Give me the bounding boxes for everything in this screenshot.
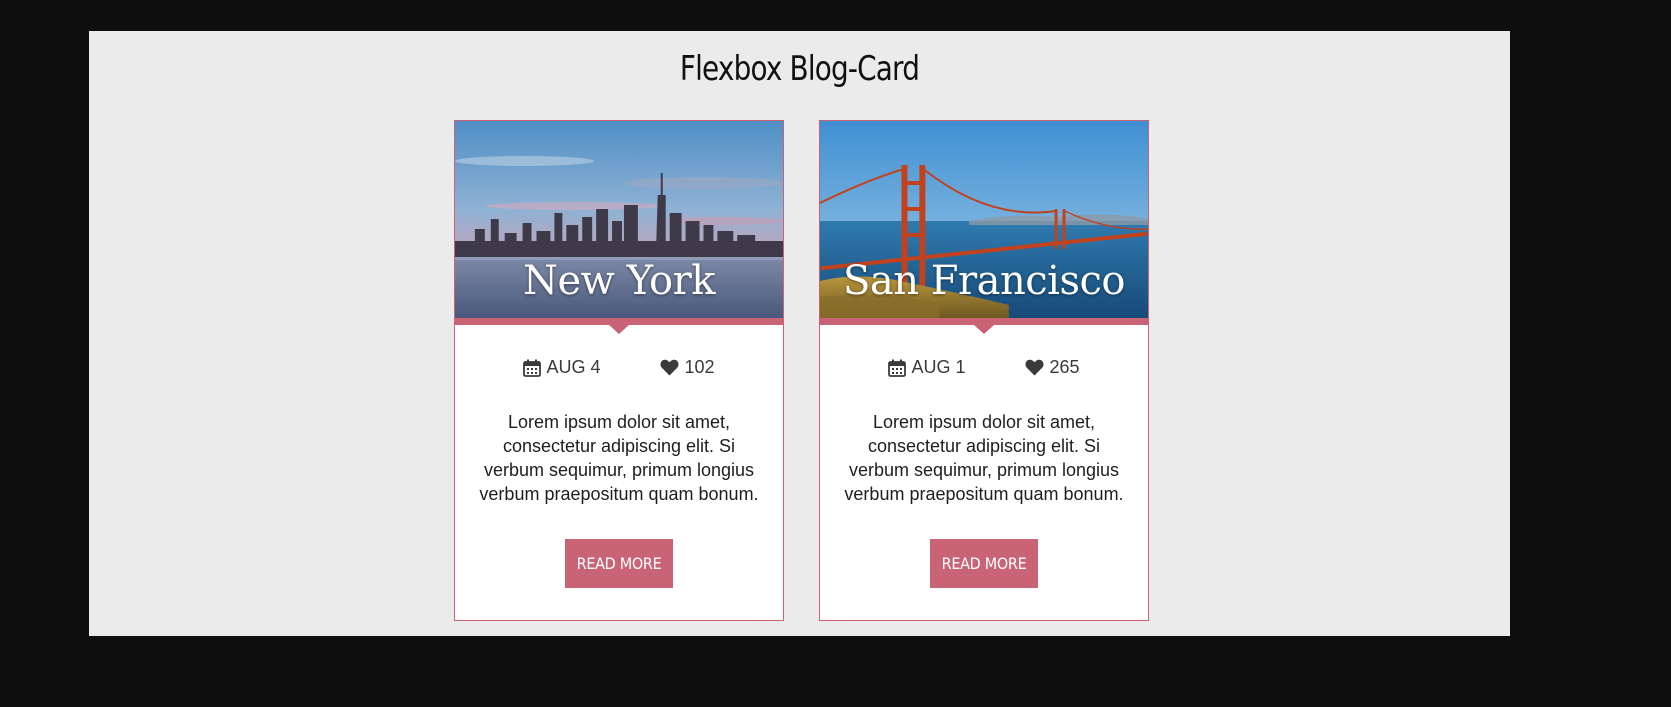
page-title: Flexbox Blog-Card	[679, 49, 920, 89]
likes-count: 265	[1049, 357, 1080, 377]
heart-icon	[1025, 359, 1045, 376]
accent-caret	[609, 325, 629, 334]
blog-panel: Flexbox Blog-Card New York AUG 4 102 Lor…	[89, 31, 1510, 636]
date-label: AUG 4	[546, 357, 601, 377]
heart-icon	[660, 359, 680, 376]
likes-meta: 265	[1025, 357, 1080, 378]
date-label: AUG 1	[911, 357, 966, 377]
card-meta: AUG 4 102	[455, 357, 783, 378]
calendar-icon	[888, 359, 907, 377]
accent-caret	[974, 325, 994, 334]
date-meta: AUG 4	[523, 357, 600, 378]
card-body: Lorem ipsum dolor sit amet, consectetur …	[844, 412, 1124, 504]
card-image-san-francisco: San Francisco	[820, 121, 1148, 318]
blog-card-san-francisco: San Francisco AUG 1 265 Lorem ipsum dolo…	[819, 120, 1149, 621]
card-body: Lorem ipsum dolor sit amet, consectetur …	[479, 412, 759, 504]
likes-count: 102	[684, 357, 715, 377]
calendar-icon	[523, 359, 542, 377]
accent-bar	[820, 318, 1148, 325]
blog-card-new-york: New York AUG 4 102 Lorem ipsum dolor sit…	[454, 120, 784, 621]
card-meta: AUG 1 265	[820, 357, 1148, 378]
card-title: San Francisco	[843, 258, 1125, 304]
accent-bar	[455, 318, 783, 325]
read-more-button[interactable]: READ MORE	[565, 539, 673, 588]
read-more-button[interactable]: READ MORE	[930, 539, 1038, 588]
likes-meta: 102	[660, 357, 715, 378]
card-image-new-york: New York	[455, 121, 783, 318]
date-meta: AUG 1	[888, 357, 965, 378]
card-title: New York	[523, 258, 716, 304]
